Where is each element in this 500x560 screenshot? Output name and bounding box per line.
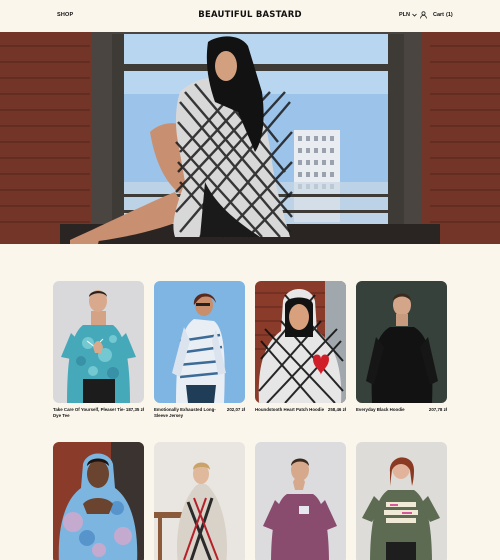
product-card[interactable]: Houndstooth Heart Patch Hoodie 258,46 zł (255, 281, 346, 413)
cart-link[interactable]: Cart (1) (433, 12, 453, 18)
product-title[interactable]: Take Care Of Yourself, Please! Tie-Dye T… (53, 407, 125, 420)
product-card[interactable]: Take Care Of Yourself, Please! Tie-Dye T… (53, 281, 144, 420)
product-image[interactable] (53, 442, 144, 560)
product-price: 258,46 zł (327, 407, 346, 412)
product-card[interactable]: Everyday Black Hoodie 207,78 zł (356, 281, 447, 413)
product-price: 202,07 zł (226, 407, 245, 412)
product-photo-tie-dye-tee (53, 281, 144, 403)
chevron-down-icon (412, 13, 417, 17)
currency-selector[interactable]: PLN (399, 12, 417, 18)
product-photo-long-sleeve-jersey (154, 281, 245, 403)
hero-banner[interactable] (0, 32, 500, 244)
product-photo-black-hoodie (356, 281, 447, 403)
product-image[interactable] (356, 442, 447, 560)
account-icon[interactable] (420, 11, 427, 19)
hero-image (0, 32, 500, 244)
product-card[interactable]: Emotionally Exhausted Long-Sleeve Jersey… (154, 281, 245, 420)
cart-label: Cart (433, 12, 445, 18)
product-card[interactable] (154, 442, 245, 560)
product-image[interactable] (53, 281, 144, 403)
product-photo-tie-dye-hoodie (53, 442, 144, 560)
site-header: SHOP BEAUTIFUL BASTARD PLN Cart (1) (0, 0, 500, 32)
product-card[interactable] (255, 442, 346, 560)
product-image[interactable] (255, 442, 346, 560)
product-image[interactable] (154, 281, 245, 403)
product-title[interactable]: Houndstooth Heart Patch Hoodie (255, 407, 327, 413)
product-price: 207,78 zł (428, 407, 447, 412)
product-card[interactable] (356, 442, 447, 560)
product-title[interactable]: Emotionally Exhausted Long-Sleeve Jersey (154, 407, 226, 420)
product-title[interactable]: Everyday Black Hoodie (356, 407, 428, 413)
product-image[interactable] (255, 281, 346, 403)
product-photo-graphic-tee (356, 442, 447, 560)
product-photo-purple-tee (255, 442, 346, 560)
cart-count: (1) (446, 12, 453, 18)
product-photo-houndstooth-hoodie (255, 281, 346, 403)
product-image[interactable] (154, 442, 245, 560)
product-photo-blanket (154, 442, 245, 560)
currency-label: PLN (399, 12, 410, 18)
product-price: 187,35 zł (125, 407, 144, 412)
product-card[interactable] (53, 442, 144, 560)
product-image[interactable] (356, 281, 447, 403)
